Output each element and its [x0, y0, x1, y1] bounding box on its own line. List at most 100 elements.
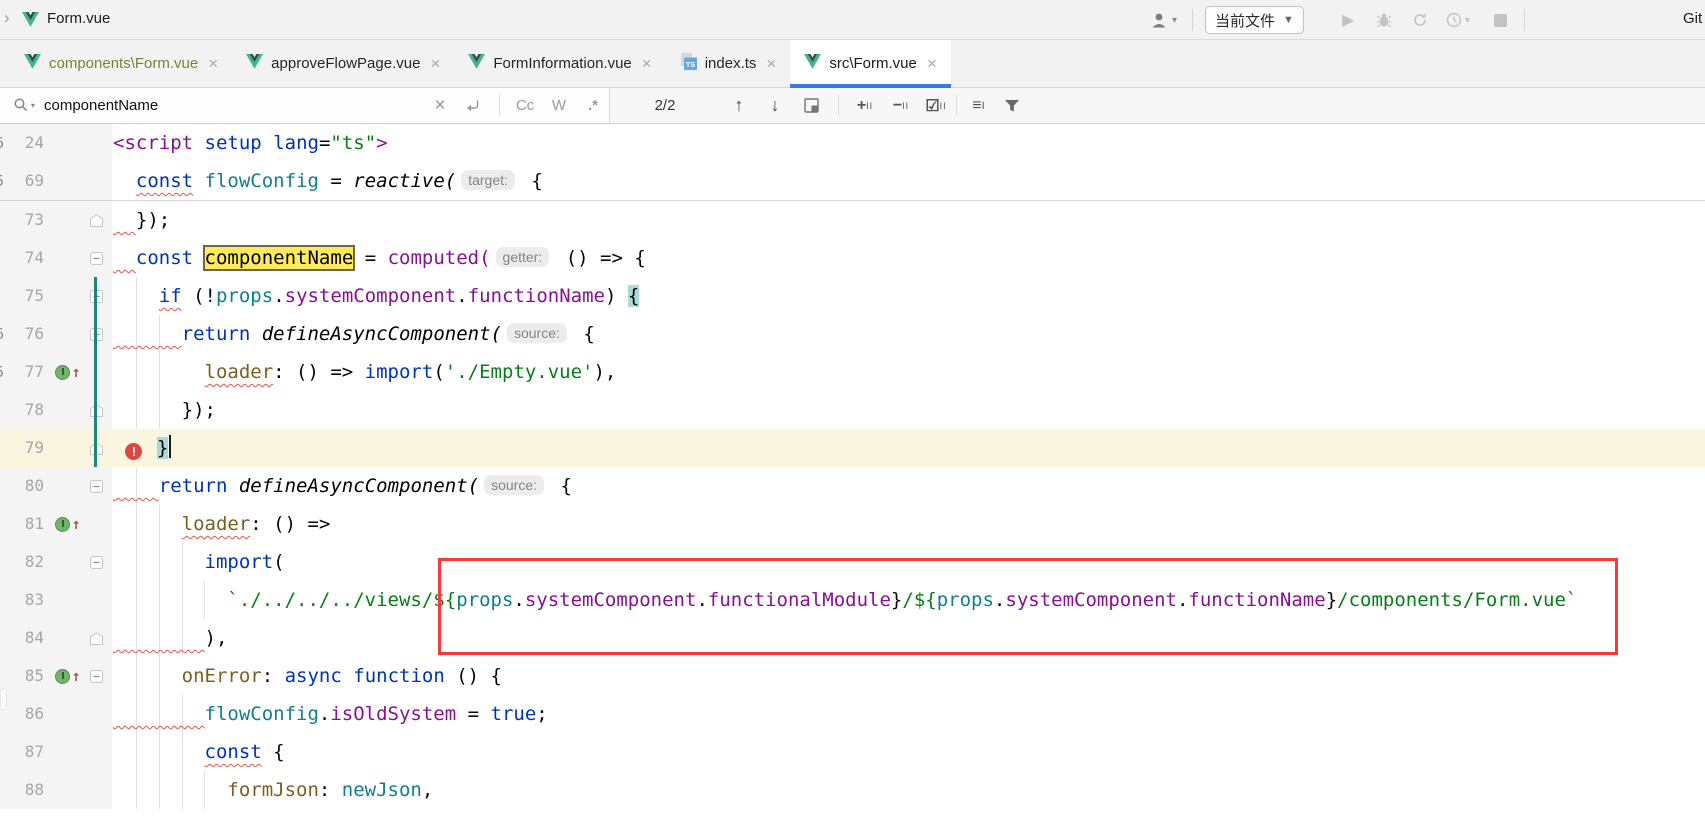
- regex-toggle[interactable]: .*: [582, 88, 604, 123]
- line-number: 84: [0, 619, 46, 657]
- gutter: 81I↑: [0, 505, 112, 543]
- code-token: return: [159, 475, 228, 497]
- code-line-86[interactable]: 86 flowConfig.isOldSystem = true;: [0, 695, 1705, 733]
- filter-button[interactable]: [1000, 88, 1024, 123]
- code-line-76[interactable]: 676 return defineAsyncComponent(source: …: [0, 315, 1705, 353]
- tab-close-icon[interactable]: ×: [430, 54, 440, 74]
- code-line-77[interactable]: 577I↑ loader: () => import('./Empty.vue'…: [0, 353, 1705, 391]
- debug-button[interactable]: [1376, 0, 1392, 40]
- tab-components-form.vue[interactable]: components\Form.vue×: [10, 40, 232, 87]
- fold-marker-slot[interactable]: [90, 404, 108, 417]
- vcs-change-bar: [94, 277, 97, 467]
- code-text[interactable]: const flowConfig = reactive(target: {: [112, 162, 543, 200]
- code-token: [193, 170, 204, 192]
- breadcrumb-chevron-icon: ›: [4, 8, 10, 28]
- code-text[interactable]: return defineAsyncComponent(source: {: [112, 467, 572, 505]
- code-line-85[interactable]: 85I↑ onError: async function () {: [0, 657, 1705, 695]
- code-line-73[interactable]: 73 });: [0, 201, 1705, 239]
- search-icon[interactable]: ▾: [12, 88, 36, 123]
- match-case-toggle[interactable]: Cc: [512, 88, 538, 123]
- code-text[interactable]: import(: [112, 543, 285, 581]
- run-configuration-select[interactable]: 当前文件 ▼: [1205, 6, 1304, 34]
- code-text[interactable]: ! }: [112, 429, 171, 467]
- previous-occurrence-button[interactable]: ↑: [728, 88, 750, 123]
- parameter-hint: source:: [484, 475, 544, 495]
- user-account-button[interactable]: ▾: [1150, 0, 1177, 40]
- tab-close-icon[interactable]: ×: [766, 54, 776, 74]
- clear-search-icon[interactable]: ×: [430, 88, 450, 123]
- tab-index.ts[interactable]: TSindex.ts×: [666, 40, 791, 87]
- vue-file-icon: [804, 54, 821, 73]
- code-token: =: [353, 247, 387, 269]
- fold-marker-slot[interactable]: [90, 252, 108, 265]
- code-line-24[interactable]: 624<script setup lang="ts">: [0, 124, 1705, 162]
- code-text[interactable]: const {: [112, 733, 285, 771]
- code-line-74[interactable]: 74 const componentName = computed(getter…: [0, 239, 1705, 277]
- sticky-lines-separator: [0, 200, 1705, 201]
- fold-marker-slot[interactable]: [90, 214, 108, 227]
- implemented-gutter-icon[interactable]: I: [55, 517, 70, 532]
- gutter: 80: [0, 467, 112, 505]
- tab-label: FormInformation.vue: [493, 55, 631, 72]
- tab-approveflowpage.vue[interactable]: approveFlowPage.vue×: [232, 40, 454, 87]
- remove-selection-button[interactable]: −II: [886, 88, 916, 123]
- fold-marker-slot[interactable]: [90, 480, 108, 493]
- code-text[interactable]: return defineAsyncComponent(source: {: [112, 315, 595, 353]
- tab-forminformation.vue[interactable]: FormInformation.vue ×: [454, 40, 665, 87]
- separator: [499, 95, 500, 116]
- implemented-gutter-icon[interactable]: I: [55, 365, 70, 380]
- code-token: .: [273, 285, 284, 307]
- code-text[interactable]: loader: () => import('./Empty.vue'),: [112, 353, 616, 391]
- profiler-button[interactable]: ▾: [1446, 0, 1470, 40]
- code-line-75[interactable]: 75 if (!props.systemComponent.functionNa…: [0, 277, 1705, 315]
- code-text[interactable]: <script setup lang="ts">: [112, 124, 388, 162]
- error-bulb-icon[interactable]: !: [125, 443, 142, 460]
- code-text[interactable]: ),: [112, 619, 227, 657]
- code-line-81[interactable]: 81I↑ loader: () =>: [0, 505, 1705, 543]
- code-token: newJson: [342, 779, 422, 801]
- code-editor[interactable]: 624<script setup lang="ts">569 const flo…: [0, 124, 1705, 820]
- code-text[interactable]: });: [112, 391, 216, 429]
- git-menu[interactable]: Git: [1683, 10, 1702, 27]
- code-line-87[interactable]: 87 const {: [0, 733, 1705, 771]
- fold-marker-slot[interactable]: [90, 328, 108, 341]
- fold-marker-slot[interactable]: [90, 632, 108, 645]
- code-line-69[interactable]: 569 const flowConfig = reactive(target: …: [0, 162, 1705, 200]
- fold-marker-slot[interactable]: [90, 670, 108, 683]
- tab-close-icon[interactable]: ×: [208, 54, 218, 74]
- code-text[interactable]: flowConfig.isOldSystem = true;: [112, 695, 548, 733]
- tab-close-icon[interactable]: ×: [642, 54, 652, 74]
- new-line-icon[interactable]: [462, 88, 482, 123]
- search-field[interactable]: ▾ componentName × Cc W .*: [0, 88, 610, 123]
- code-token: lang: [273, 132, 319, 154]
- select-all-occurrences-button[interactable]: ☑II: [920, 88, 952, 123]
- run-with-coverage-button[interactable]: [1412, 0, 1428, 40]
- fold-marker-slot[interactable]: [90, 442, 108, 455]
- add-selection-button[interactable]: +II: [850, 88, 880, 123]
- code-text[interactable]: loader: () =>: [112, 505, 330, 543]
- code-text[interactable]: formJson: newJson,: [112, 771, 433, 809]
- code-line-88[interactable]: 88 formJson: newJson,: [0, 771, 1705, 809]
- run-button[interactable]: ▶: [1342, 0, 1354, 40]
- code-text[interactable]: if (!props.systemComponent.functionName)…: [112, 277, 639, 315]
- code-line-79[interactable]: 79 ! }: [0, 429, 1705, 467]
- code-line-78[interactable]: 78 });: [0, 391, 1705, 429]
- open-in-find-window-button[interactable]: [800, 88, 822, 123]
- filter-search-lines-button[interactable]: ≡I: [964, 88, 994, 123]
- code-text[interactable]: const componentName = computed(getter: (…: [112, 239, 646, 277]
- tab-close-icon[interactable]: ×: [927, 54, 937, 74]
- implemented-gutter-icon[interactable]: I: [55, 669, 70, 684]
- code-token: });: [136, 209, 170, 231]
- stop-button[interactable]: [1494, 0, 1507, 40]
- code-token: isOldSystem: [330, 703, 456, 725]
- next-occurrence-button[interactable]: ↓: [764, 88, 786, 123]
- code-text[interactable]: });: [112, 201, 170, 239]
- fold-marker-slot[interactable]: [90, 290, 108, 303]
- code-token: {: [262, 741, 285, 763]
- words-toggle[interactable]: W: [548, 88, 570, 123]
- search-input[interactable]: componentName: [44, 88, 158, 123]
- code-text[interactable]: onError: async function () {: [112, 657, 502, 695]
- fold-marker-slot[interactable]: [90, 556, 108, 569]
- tab-src-form.vue[interactable]: src\Form.vue×: [790, 40, 950, 87]
- code-line-80[interactable]: 80 return defineAsyncComponent(source: {: [0, 467, 1705, 505]
